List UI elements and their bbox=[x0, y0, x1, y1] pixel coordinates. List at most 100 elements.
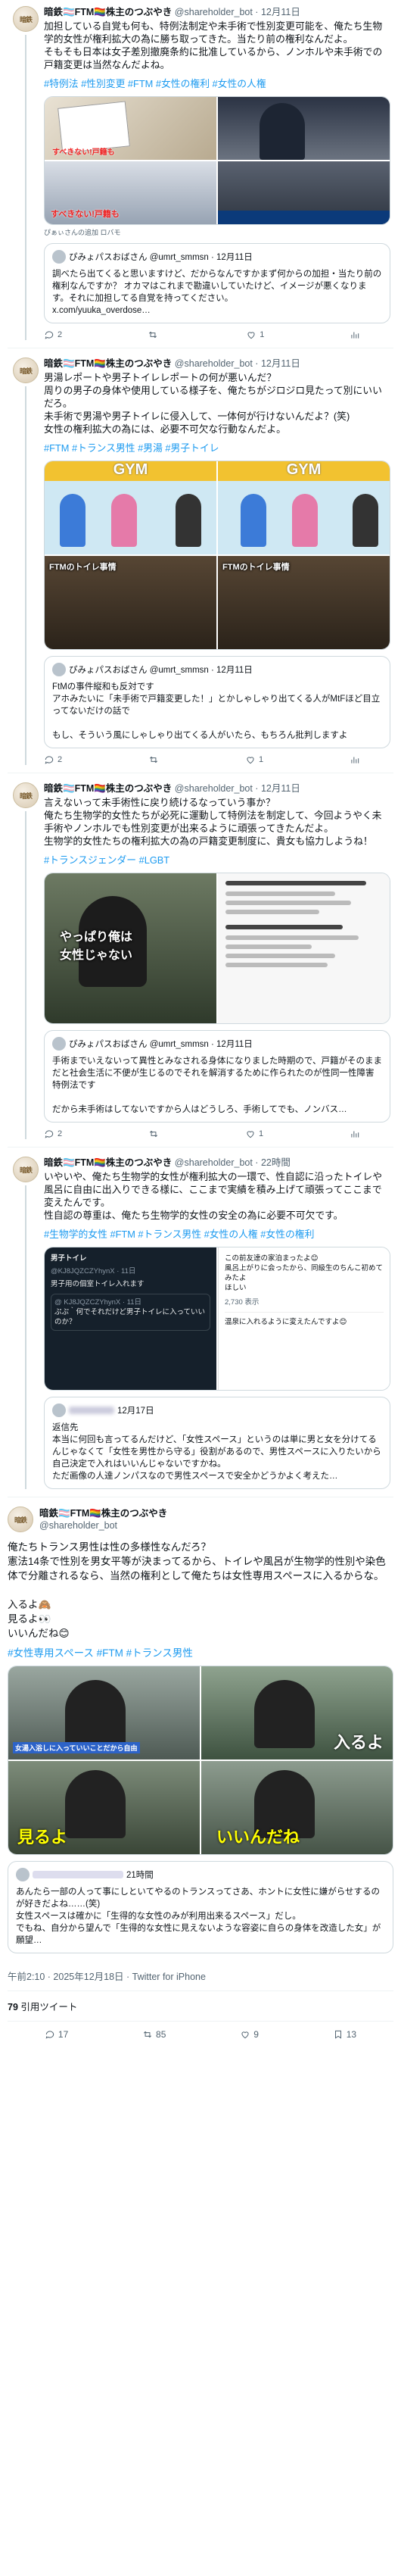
reply-icon bbox=[44, 754, 54, 765]
image-panel: 入るよ bbox=[201, 1666, 393, 1759]
hashtags[interactable]: #トランスジェンダー #LGBT bbox=[44, 854, 390, 866]
retweet-button[interactable] bbox=[148, 329, 161, 340]
like-icon bbox=[246, 329, 256, 340]
like-icon bbox=[245, 1129, 256, 1139]
tweet-text: 加担している自覚も何も、特例法制定や未手術で性別変更可能を、俺たち生物学的女性が… bbox=[44, 20, 383, 70]
quote-author: ぴみょパスおばさん @umrt_smmsn · 12月11日 bbox=[69, 1040, 253, 1049]
retweet-button[interactable]: 85 bbox=[142, 2029, 166, 2040]
thread-line bbox=[25, 386, 26, 765]
tweet-image[interactable]: GYM GYM FTMのトイレ事情 FTMのトイレ事情 bbox=[44, 461, 390, 650]
avatar[interactable]: 暗鉄 bbox=[8, 1507, 33, 1532]
avatar[interactable]: 暗鉄 bbox=[13, 1157, 39, 1182]
like-icon bbox=[240, 2029, 250, 2040]
author-name[interactable]: 暗鉄🏳️‍⚧️FTM🏳️‍🌈株主のつぶやき bbox=[44, 1157, 172, 1168]
reply-button[interactable]: 2 bbox=[44, 329, 62, 340]
tweet-1-gutter: 暗鉄 bbox=[8, 6, 44, 340]
author-name[interactable]: 暗鉄🏳️‍⚧️FTM🏳️‍🌈株主のつぶやき bbox=[44, 358, 172, 369]
views-button[interactable] bbox=[350, 1129, 360, 1139]
tweet-image[interactable]: 男子トイレ @KJ8JQZCZYhynX · 11日 男子用の個室トイレ入れます… bbox=[44, 1247, 390, 1391]
bottom-actions: 17 85 9 13 bbox=[8, 2022, 393, 2047]
tweet-actions: 2 1 bbox=[44, 748, 390, 765]
quote-avatar bbox=[52, 1037, 66, 1051]
tweet-actions: 2 1 bbox=[44, 323, 390, 340]
hashtags[interactable]: #特例法 #性別変更 #FTM #女性の権利 #女性の人権 bbox=[44, 77, 390, 90]
quote-author: ぴみょパスおばさん @umrt_smmsn · 12月11日 bbox=[69, 666, 253, 675]
tweet-4[interactable]: 暗鉄 暗鉄🏳️‍⚧️FTM🏳️‍🌈株主のつぶやき @shareholder_bo… bbox=[8, 1151, 393, 1494]
screenshot-handle: @KJ8JQZCZYhynX · 11日 bbox=[51, 1267, 136, 1276]
views-button[interactable] bbox=[350, 754, 360, 765]
image-panel: GYM bbox=[218, 461, 390, 554]
quote-author: ぴみょパスおばさん @umrt_smmsn · 12月11日 bbox=[69, 253, 253, 262]
tweet-1[interactable]: 暗鉄 暗鉄🏳️‍⚧️FTM🏳️‍🌈株主のつぶやき @shareholder_bo… bbox=[8, 0, 393, 345]
avatar[interactable]: 暗鉄 bbox=[13, 782, 39, 808]
like-count: 1 bbox=[258, 755, 264, 764]
quote-text: あんたら一部の人って事にしといてやるのトランスってさあ、ホントに女性に嫌がらせす… bbox=[16, 1888, 381, 1945]
image-panel: 男子トイレ @KJ8JQZCZYhynX · 11日 男子用の個室トイレ入れます… bbox=[45, 1247, 216, 1390]
quoted-tweet[interactable]: ぴみょパスおばさん @umrt_smmsn · 12月11日 手術までいえないっ… bbox=[44, 1030, 390, 1123]
image-panel bbox=[218, 873, 390, 1023]
tweet-header: 暗鉄🏳️‍⚧️FTM🏳️‍🌈株主のつぶやき @shareholder_bot ·… bbox=[44, 6, 390, 18]
image-panel: FTMのトイレ事情 bbox=[218, 556, 390, 649]
quote-text: FtMの事件縦和も反対です アホみたいに「未手術で戸籍変更した！」とかしゃしゃり… bbox=[52, 682, 381, 740]
quote-tweets-row[interactable]: 79 引用ツイート bbox=[8, 1991, 393, 2022]
reply-button[interactable]: 2 bbox=[44, 1129, 62, 1139]
like-button[interactable]: 9 bbox=[240, 2029, 259, 2040]
avatar[interactable]: 暗鉄 bbox=[13, 6, 39, 32]
tweet-image[interactable]: 女湯入浴しに入っていいことだから自由 入るよ 見るよ いいんだね bbox=[8, 1666, 393, 1855]
author-handle[interactable]: @shareholder_bot · 22時間 bbox=[175, 1157, 291, 1168]
retweet-button[interactable] bbox=[148, 754, 159, 765]
like-button[interactable]: 1 bbox=[246, 329, 264, 340]
like-count: 9 bbox=[253, 2029, 259, 2040]
thread-line bbox=[25, 1185, 26, 1489]
quote-label: 引用ツイート bbox=[20, 2002, 78, 2012]
quoted-tweet[interactable]: 12月17日 返信先 本当に何回も言ってるんだけど、「女性スペース」というのは単… bbox=[44, 1397, 390, 1489]
thread-container: 暗鉄 暗鉄🏳️‍⚧️FTM🏳️‍🌈株主のつぶやき @shareholder_bo… bbox=[0, 0, 401, 2047]
quote-text: 手術までいえないって異性とみなされる身体になりました時期ので、戸籍がそのままだと… bbox=[52, 1057, 382, 1114]
tweet-image[interactable]: すべきない!戸籍も すべきない!戸籍も bbox=[44, 96, 390, 225]
author-name[interactable]: 暗鉄🏳️‍⚧️FTM🏳️‍🌈株主のつぶやき bbox=[39, 1507, 167, 1519]
author-handle[interactable]: @shareholder_bot · 12月11日 bbox=[175, 358, 300, 369]
screenshot-title: 男子トイレ bbox=[51, 1254, 87, 1263]
reply-button[interactable]: 2 bbox=[44, 754, 62, 765]
like-button[interactable]: 1 bbox=[245, 754, 263, 765]
like-button[interactable]: 1 bbox=[245, 1129, 263, 1139]
reply-button[interactable]: 17 bbox=[45, 2029, 68, 2040]
avatar[interactable]: 暗鉄 bbox=[13, 358, 39, 383]
gym-sign: GYM bbox=[218, 461, 390, 481]
screenshot-quote-text: ぷぷ｀何でそれだけど男子トイレに入っていいのか？ bbox=[54, 1308, 206, 1326]
quote-avatar bbox=[16, 1868, 30, 1881]
author-handle[interactable]: @shareholder_bot · 12月11日 bbox=[175, 783, 300, 794]
retweet-button[interactable] bbox=[148, 1129, 159, 1139]
panel-caption: 女湯入浴しに入っていいことだから自由 bbox=[13, 1742, 140, 1753]
quote-text: 返信先 本当に何回も言ってるんだけど、「女性スペース」というのは単に男と女を分け… bbox=[52, 1423, 381, 1481]
reply-icon bbox=[45, 2029, 55, 2040]
quoted-tweet[interactable]: ぴみょパスおばさん @umrt_smmsn · 12月11日 FtMの事件縦和も… bbox=[44, 656, 390, 748]
views-button[interactable] bbox=[350, 329, 360, 340]
panel-caption: 入るよ bbox=[333, 1733, 384, 1752]
panel-caption: 見るよ bbox=[17, 1828, 68, 1847]
hashtags[interactable]: #生物学的女性 #FTM #トランス男性 #女性の人権 #女性の権利 bbox=[44, 1228, 390, 1241]
author-name[interactable]: 暗鉄🏳️‍⚧️FTM🏳️‍🌈株主のつぶやき bbox=[44, 783, 172, 794]
quoted-tweet[interactable]: ぴみょパスおばさん @umrt_smmsn · 12月11日 調べたら出てくると… bbox=[44, 243, 390, 323]
tweet-3[interactable]: 暗鉄 暗鉄🏳️‍⚧️FTM🏳️‍🌈株主のつぶやき @shareholder_bo… bbox=[8, 776, 393, 1144]
hashtags[interactable]: #FTM #トランス男性 #男湯 #男子トイレ bbox=[44, 442, 390, 454]
bookmark-button[interactable]: 13 bbox=[333, 2029, 356, 2040]
quoted-tweet[interactable]: 21時間 あんたら一部の人って事にしといてやるのトランスってさあ、ホントに女性に… bbox=[8, 1861, 393, 1953]
tweet-5-main[interactable]: 暗鉄 暗鉄🏳️‍⚧️FTM🏳️‍🌈株主のつぶやき @shareholder_bo… bbox=[8, 1500, 393, 1958]
retweet-icon bbox=[148, 754, 159, 765]
screenshot-quote-handle: @ KJ8JQZCZYhynX · 11日 bbox=[54, 1298, 142, 1307]
reply-count: 17 bbox=[58, 2029, 69, 2040]
tweet-timestamp[interactable]: 午前2:10 · 2025年12月18日 · Twitter for iPhon… bbox=[8, 1958, 393, 1991]
author-name[interactable]: 暗鉄🏳️‍⚧️FTM🏳️‍🌈株主のつぶやき bbox=[44, 7, 172, 17]
tweet-2[interactable]: 暗鉄 暗鉄🏳️‍⚧️FTM🏳️‍🌈株主のつぶやき @shareholder_bo… bbox=[8, 351, 393, 770]
tweet-image[interactable]: やっぱり俺は 女性じゃない bbox=[44, 873, 390, 1024]
image-panel: やっぱり俺は 女性じゃない bbox=[45, 873, 216, 1023]
like-count: 1 bbox=[258, 1129, 264, 1138]
author-handle[interactable]: @shareholder_bot bbox=[39, 1519, 167, 1532]
thread-line bbox=[25, 35, 26, 340]
panel-caption: FTMのトイレ事情 bbox=[222, 563, 290, 572]
bookmark-count: 13 bbox=[346, 2029, 357, 2040]
author-handle[interactable]: @shareholder_bot · 12月11日 bbox=[175, 7, 300, 17]
image-panel bbox=[218, 97, 390, 160]
hashtags[interactable]: #女性専用スペース #FTM #トランス男性 bbox=[8, 1647, 393, 1660]
